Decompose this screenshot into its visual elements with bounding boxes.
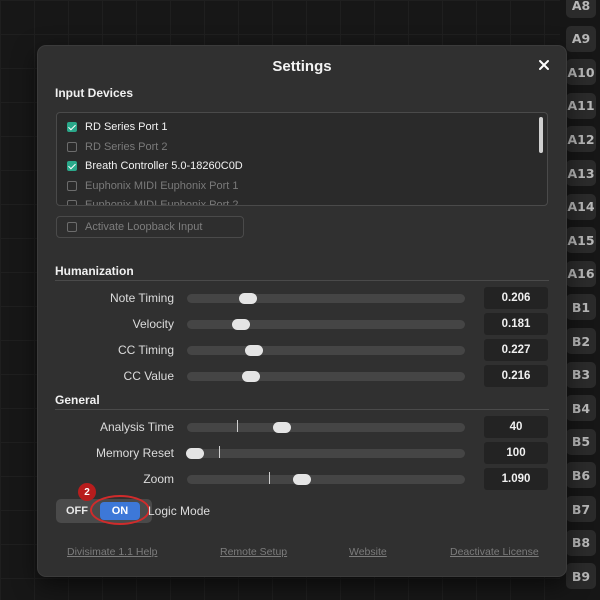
device-list-scrollbar[interactable]	[539, 117, 543, 153]
zoom-slider-thumb[interactable]	[293, 474, 312, 485]
cc-timing-slider-thumb[interactable]	[244, 345, 263, 356]
device-label: RD Series Port 2	[85, 140, 168, 153]
step-badge: 2	[78, 483, 96, 501]
note-label-a12: A12	[566, 126, 596, 153]
note-timing-value-field[interactable]: 0.206	[484, 287, 548, 309]
device-checkbox[interactable]	[67, 200, 77, 205]
analysis-time-slider-thumb[interactable]	[272, 422, 291, 433]
remote-setup-link[interactable]: Remote Setup	[220, 546, 287, 558]
velocity-value-field[interactable]: 0.181	[484, 313, 548, 335]
humanization-divider	[55, 280, 549, 281]
note-label-b4: B4	[566, 395, 596, 422]
analysis-time-tick-marker	[237, 420, 239, 432]
cc-value-value-field[interactable]: 0.216	[484, 365, 548, 387]
note-label-b5: B5	[566, 428, 596, 455]
analysis-time-label: Analysis Time	[99, 420, 174, 434]
device-label: RD Series Port 1	[85, 121, 168, 133]
note-label-a14: A14	[566, 193, 596, 220]
velocity-slider[interactable]	[187, 319, 465, 330]
cc-timing-row: CC Timing 0.227	[38, 339, 566, 363]
note-label-b6: B6	[566, 462, 596, 489]
close-icon[interactable]	[536, 57, 552, 73]
input-device-list[interactable]: RD Series Port 1 RD Series Port 2 Breath C…	[56, 112, 548, 206]
cc-value-label: CC Value	[123, 369, 174, 383]
loopback-label: Activate Loopback Input	[85, 221, 203, 233]
note-timing-slider-thumb[interactable]	[239, 293, 258, 304]
note-timing-slider[interactable]	[187, 293, 465, 304]
note-label-a11: A11	[566, 92, 596, 119]
cc-value-slider[interactable]	[187, 371, 465, 382]
zoom-value-field[interactable]: 1.090	[484, 468, 548, 490]
note-label-a15: A15	[566, 227, 596, 254]
note-timing-label: Note Timing	[109, 291, 174, 305]
zoom-row: Zoom 1.090	[38, 468, 566, 492]
zoom-slider[interactable]	[187, 472, 465, 485]
cc-value-row: CC Value 0.216	[38, 365, 566, 389]
memory-reset-slider[interactable]	[186, 446, 465, 459]
device-row[interactable]: Euphonix MIDI Euphonix Port 1	[67, 177, 238, 195]
loopback-checkbox[interactable]: Activate Loopback Input	[56, 216, 244, 238]
device-label: Breath Controller 5.0-18260C0D	[85, 160, 243, 172]
logic-mode-toggle[interactable]: OFF ON	[56, 499, 152, 523]
zoom-label: Zoom	[143, 472, 174, 486]
memory-reset-value-field[interactable]: 100	[484, 442, 548, 464]
help-link[interactable]: Divisimate 1.1 Help	[67, 546, 157, 558]
analysis-time-row: Analysis Time 40	[38, 416, 566, 440]
device-row[interactable]: RD Series Port 1	[67, 118, 168, 136]
note-label-a16: A16	[566, 260, 596, 287]
logic-mode-on-button[interactable]: ON	[100, 502, 140, 520]
memory-reset-tick-marker	[218, 446, 220, 458]
device-label: Euphonix MIDI Euphonix Port 2	[85, 199, 239, 206]
settings-dialog: Settings Input Devices RD Series Port 1R…	[38, 46, 566, 576]
memory-reset-label: Memory Reset	[95, 446, 174, 460]
device-checkbox[interactable]	[67, 161, 77, 171]
device-label: Euphonix MIDI Euphonix Port 1	[85, 179, 239, 192]
note-label-b3: B3	[566, 361, 596, 388]
cc-timing-label: CC Timing	[117, 343, 174, 357]
velocity-label: Velocity	[132, 317, 174, 331]
note-label-a13: A13	[566, 160, 596, 186]
dialog-title: Settings	[272, 58, 332, 75]
cc-value-slider-thumb[interactable]	[241, 371, 260, 382]
device-row[interactable]: Breath Controller 5.0-18260C0D	[67, 157, 243, 175]
website-link[interactable]: Website	[349, 546, 387, 558]
note-timing-row: Note Timing 0.206	[38, 287, 566, 311]
note-label-a8: A8	[566, 0, 596, 18]
note-label-b1: B1	[566, 294, 596, 321]
device-checkbox[interactable]	[67, 141, 77, 152]
zoom-tick-marker	[269, 472, 270, 484]
logic-mode-off-button[interactable]: OFF	[56, 499, 98, 523]
cc-timing-value-field[interactable]: 0.227	[484, 339, 548, 361]
general-heading: General	[55, 393, 100, 407]
device-checkbox[interactable]	[67, 180, 77, 191]
note-label-b2: B2	[566, 328, 596, 354]
humanization-heading: Humanization	[55, 264, 134, 278]
analysis-time-value-field[interactable]: 40	[484, 416, 548, 438]
memory-reset-slider-thumb[interactable]	[186, 448, 205, 459]
general-divider	[55, 409, 549, 410]
note-label-b9: B9	[566, 563, 596, 590]
input-devices-heading: Input Devices	[55, 86, 134, 100]
deactivate-license-link[interactable]: Deactivate License	[450, 546, 539, 558]
velocity-slider-thumb[interactable]	[232, 319, 251, 330]
velocity-row: Velocity 0.181	[38, 313, 566, 337]
note-label-b7: B7	[566, 496, 596, 522]
analysis-time-slider[interactable]	[187, 420, 465, 433]
loopback-checkbox-box[interactable]	[67, 222, 77, 232]
note-label-a9: A9	[566, 25, 596, 52]
device-row[interactable]: Euphonix MIDI Euphonix Port 2	[67, 196, 239, 206]
note-label-column: A8 A9 A10 A11 A12 A13 A14 A15 A16 B1 B2 B3 B4 B5 B6 B7 B…	[562, 0, 600, 600]
note-label-b8: B8	[566, 529, 596, 556]
note-label-a10: A10	[566, 59, 596, 86]
memory-reset-row: Memory Reset 100	[38, 442, 566, 466]
device-checkbox[interactable]	[67, 122, 77, 132]
cc-timing-slider[interactable]	[187, 345, 465, 356]
device-row[interactable]: RD Series Port 2	[67, 138, 168, 156]
logic-mode-label: Logic Mode	[148, 504, 211, 518]
